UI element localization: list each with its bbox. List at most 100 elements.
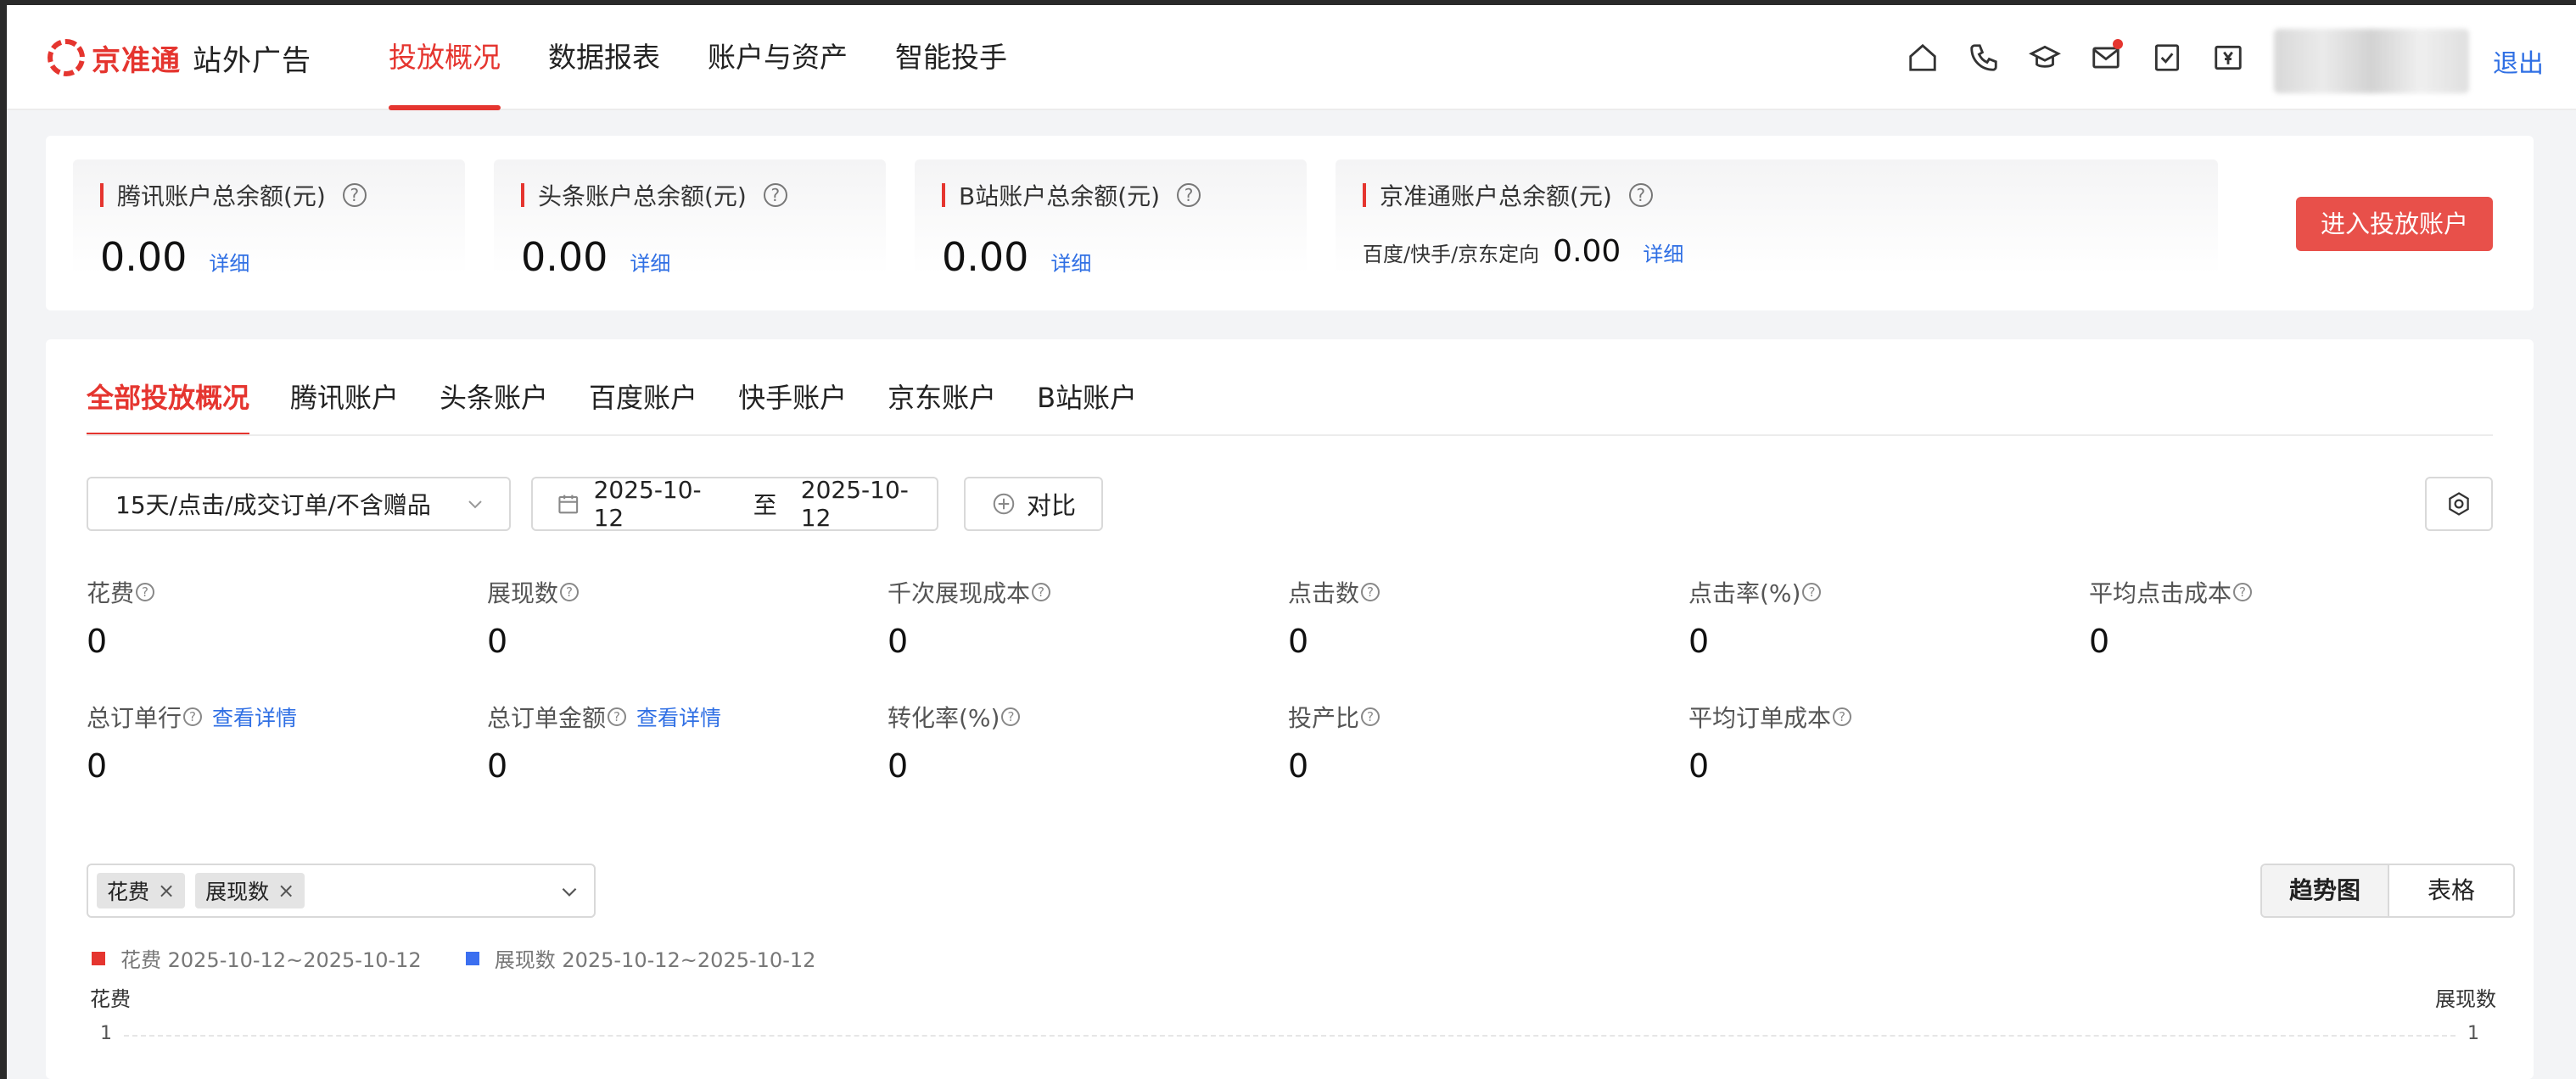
chevron-down-icon <box>562 887 577 897</box>
balance-detail-link[interactable]: 详细 <box>630 247 670 277</box>
metric-value: 0 <box>87 747 108 785</box>
balance-detail-link[interactable]: 详细 <box>1643 238 1683 267</box>
metric-label-row: 总订单行? 查看详情 <box>87 700 477 734</box>
graduation-cap-icon[interactable] <box>2026 39 2064 76</box>
tab-kuaishou[interactable]: 快手账户 <box>738 377 847 436</box>
metric-cpc: 平均点击成本? 0 <box>2089 575 2479 660</box>
metric-tag-select[interactable]: 花费 × 展现数 × <box>87 864 596 918</box>
balance-amount: 0.00 <box>1553 234 1621 269</box>
account-tabs: 全部投放概况 腾讯账户 头条账户 百度账户 快手账户 京东账户 B站账户 <box>87 377 1178 436</box>
title-accent-bar <box>942 183 945 207</box>
tab-bilibili[interactable]: B站账户 <box>1037 377 1137 436</box>
metric-label-row: 转化率(%)? <box>888 700 1278 734</box>
task-icon[interactable] <box>2148 39 2186 76</box>
legend-item-cost[interactable]: 花费 2025-10-12~2025-10-12 <box>92 943 422 973</box>
attribution-preset-select[interactable]: 15天/点击/成交订单/不含赠品 <box>87 477 511 531</box>
help-icon[interactable]: ? <box>1361 707 1380 726</box>
yen-icon[interactable] <box>2209 39 2247 76</box>
date-separator: 至 <box>753 491 777 519</box>
metric-label-row: 千次展现成本? <box>888 575 1278 609</box>
metric-label: 总订单行 <box>87 704 182 732</box>
balance-card-title: 头条账户总余额(元) ? <box>521 178 787 212</box>
help-icon[interactable]: ? <box>1361 583 1380 601</box>
balance-card-title: B站账户总余额(元) ? <box>942 178 1201 212</box>
chart-gridline <box>124 1035 2456 1037</box>
help-icon[interactable]: ? <box>2233 583 2253 601</box>
phone-icon[interactable] <box>1965 39 2002 76</box>
legend-label: 花费 2025-10-12~2025-10-12 <box>120 948 422 972</box>
help-icon[interactable]: ? <box>1032 583 1051 601</box>
plus-circle-icon <box>993 493 1015 515</box>
tab-baidu[interactable]: 百度账户 <box>589 377 697 436</box>
help-icon[interactable]: ? <box>1802 583 1822 601</box>
help-icon[interactable]: ? <box>1001 707 1021 726</box>
metric-label: 转化率(%) <box>888 704 1000 732</box>
notification-dot <box>2113 39 2123 49</box>
metric-label-row: 总订单金额? 查看详情 <box>487 700 877 734</box>
help-icon[interactable]: ? <box>763 183 787 207</box>
date-start: 2025-10-12 <box>593 476 702 532</box>
help-icon[interactable]: ? <box>1833 707 1852 726</box>
nav-overview[interactable]: 投放概况 <box>389 5 501 110</box>
close-icon[interactable]: × <box>277 879 294 903</box>
selected-tag: 展现数 × <box>195 873 305 908</box>
metric-label-row: 平均点击成本? <box>2089 575 2479 609</box>
logout-link[interactable]: 退出 <box>2493 42 2544 80</box>
metric-value: 0 <box>1288 747 1309 785</box>
mail-icon[interactable] <box>2087 39 2125 76</box>
metric-order-amount: 总订单金额? 查看详情 0 <box>487 700 877 785</box>
close-icon[interactable]: × <box>158 879 175 903</box>
tab-toutiao[interactable]: 头条账户 <box>440 377 548 436</box>
balance-value-row: 0.00 详细 <box>100 234 249 280</box>
balance-title: B站账户总余额(元) <box>959 182 1161 210</box>
metric-label: 展现数 <box>487 579 559 607</box>
help-icon[interactable]: ? <box>1177 183 1201 207</box>
chevron-down-icon <box>468 500 482 509</box>
trend-chart-button[interactable]: 趋势图 <box>2262 865 2388 916</box>
nav-accounts-assets[interactable]: 账户与资产 <box>708 5 848 110</box>
metric-label: 投产比 <box>1288 704 1360 732</box>
metric-order-lines: 总订单行? 查看详情 0 <box>87 700 477 785</box>
home-icon[interactable] <box>1904 39 1941 76</box>
main-nav: 投放概况 数据报表 账户与资产 智能投手 <box>389 5 1055 110</box>
help-icon[interactable]: ? <box>560 583 580 601</box>
help-icon[interactable]: ? <box>608 707 627 726</box>
help-icon[interactable]: ? <box>342 183 367 207</box>
tab-jd[interactable]: 京东账户 <box>888 377 996 436</box>
view-detail-link[interactable]: 查看详情 <box>212 702 297 732</box>
help-icon[interactable]: ? <box>183 707 203 726</box>
metric-ctr: 点击率(%)? 0 <box>1688 575 2079 660</box>
balance-detail-link[interactable]: 详细 <box>1050 247 1091 277</box>
enter-ad-account-button[interactable]: 进入投放账户 <box>2296 197 2493 251</box>
calendar-icon <box>558 495 579 514</box>
compare-button[interactable]: 对比 <box>964 477 1103 531</box>
date-range-picker[interactable]: 2025-10-12 至 2025-10-12 <box>531 476 938 532</box>
y-axis-title-right: 展现数 <box>2435 987 2496 1011</box>
tab-tencent[interactable]: 腾讯账户 <box>290 377 399 436</box>
balance-detail-link[interactable]: 详细 <box>209 247 249 277</box>
table-button[interactable]: 表格 <box>2388 865 2513 916</box>
help-icon[interactable]: ? <box>1628 183 1653 207</box>
y-axis-title-left: 花费 <box>90 987 131 1011</box>
legend-item-impressions[interactable]: 展现数 2025-10-12~2025-10-12 <box>465 943 815 973</box>
tab-all-overview[interactable]: 全部投放概况 <box>87 377 250 436</box>
metric-value: 0 <box>487 747 508 785</box>
title-accent-bar <box>521 183 524 207</box>
metric-label: 点击数 <box>1288 579 1360 607</box>
nav-reports[interactable]: 数据报表 <box>548 5 660 110</box>
brand-name: 京准通 <box>92 43 181 78</box>
metric-label: 平均订单成本 <box>1688 704 1832 732</box>
metric-value: 0 <box>87 623 108 660</box>
nav-smart-assistant[interactable]: 智能投手 <box>895 5 1007 110</box>
window-frame-left <box>0 0 7 1079</box>
metric-label-row: 点击率(%)? <box>1688 575 2079 609</box>
help-icon[interactable]: ? <box>136 583 155 601</box>
metric-value: 0 <box>2089 623 2110 660</box>
settings-button[interactable] <box>2425 477 2493 531</box>
balance-value-row: 0.00 详细 <box>521 234 670 280</box>
view-detail-link[interactable]: 查看详情 <box>636 702 721 732</box>
user-info-redacted[interactable] <box>2274 29 2469 93</box>
logo[interactable]: 京准通 站外广告 <box>48 34 311 81</box>
metric-label: 平均点击成本 <box>2089 579 2232 607</box>
metric-label-row: 花费? <box>87 575 477 609</box>
